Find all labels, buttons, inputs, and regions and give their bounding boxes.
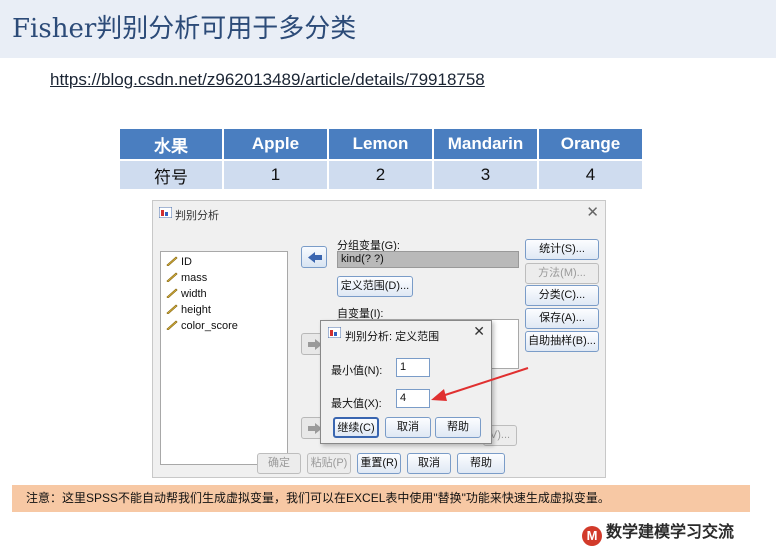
table-header: Apple xyxy=(224,129,327,159)
fruit-code-table: 水果 Apple Lemon Mandarin Orange 符号 1 2 3 … xyxy=(118,127,644,191)
ok-button[interactable]: 确定 xyxy=(257,453,301,474)
variable-list[interactable]: ID mass width height color_score xyxy=(160,251,288,465)
paste-button[interactable]: 粘贴(P) xyxy=(307,453,351,474)
list-item[interactable]: mass xyxy=(166,272,207,284)
help-button[interactable]: 帮助 xyxy=(457,453,505,474)
watermark-logo-icon: M xyxy=(582,526,602,546)
arrow-left-icon xyxy=(308,252,322,263)
group-variable-field[interactable]: kind(? ?) xyxy=(337,251,519,268)
list-item[interactable]: height xyxy=(166,304,211,316)
table-header: Orange xyxy=(539,129,642,159)
min-value-label: 最小值(N): xyxy=(331,365,383,377)
table-header: Lemon xyxy=(329,129,432,159)
spss-app-icon xyxy=(328,327,341,338)
list-item[interactable]: color_score xyxy=(166,320,238,332)
dialog-title: 判别分析: 定义范围 xyxy=(345,331,440,343)
max-value-label: 最大值(X): xyxy=(331,398,382,410)
variable-name: ID xyxy=(181,256,192,268)
close-icon[interactable]: ✕ xyxy=(473,323,485,340)
table-header: 水果 xyxy=(120,129,222,159)
table-cell: 符号 xyxy=(120,161,222,189)
scale-ruler-icon xyxy=(166,304,178,314)
bootstrap-button[interactable]: 自助抽样(B)... xyxy=(525,331,599,352)
table-cell: 3 xyxy=(434,161,537,189)
watermark-text: 数学建模学习交流 xyxy=(606,524,735,541)
variable-name: height xyxy=(181,304,211,316)
close-icon[interactable]: ✕ xyxy=(586,203,599,221)
scale-ruler-icon xyxy=(166,288,178,298)
title-band: Fisher判别分析可用于多分类 xyxy=(0,0,776,58)
table-header: Mandarin xyxy=(434,129,537,159)
table-cell: 2 xyxy=(329,161,432,189)
scale-ruler-icon xyxy=(166,256,178,266)
scale-ruler-icon xyxy=(166,272,178,282)
help-button[interactable]: 帮助 xyxy=(435,417,481,438)
max-value-input[interactable]: 4 xyxy=(396,389,430,408)
list-item[interactable]: ID xyxy=(166,256,192,268)
table-header-row: 水果 Apple Lemon Mandarin Orange xyxy=(120,129,642,159)
list-item[interactable]: width xyxy=(166,288,207,300)
spss-app-icon xyxy=(159,207,172,218)
reset-button[interactable]: 重置(R) xyxy=(357,453,401,474)
save-button[interactable]: 保存(A)... xyxy=(525,308,599,329)
scale-ruler-icon xyxy=(166,320,178,330)
variable-name: mass xyxy=(181,272,208,284)
cancel-button[interactable]: 取消 xyxy=(407,453,451,474)
statistics-button[interactable]: 统计(S)... xyxy=(525,239,599,260)
note-bar: 注意：这里SPSS不能自动帮我们生成虚拟变量，我们可以在EXCEL表中使用"替换… xyxy=(12,485,750,512)
method-button[interactable]: 方法(M)... xyxy=(525,263,599,284)
classify-button[interactable]: 分类(C)... xyxy=(525,285,599,306)
min-value-input[interactable]: 1 xyxy=(396,358,430,377)
variable-name: color_score xyxy=(181,320,238,332)
variable-name: width xyxy=(181,288,207,300)
continue-button[interactable]: 继续(C) xyxy=(333,417,379,438)
move-back-arrow-button[interactable] xyxy=(301,246,327,268)
slide-title: Fisher判别分析可用于多分类 xyxy=(12,14,357,44)
table-cell: 4 xyxy=(539,161,642,189)
define-range-button[interactable]: 定义范围(D)... xyxy=(337,276,413,297)
table-row: 符号 1 2 3 4 xyxy=(120,161,642,189)
annotation-arrow xyxy=(431,367,529,401)
table-cell: 1 xyxy=(224,161,327,189)
blog-url-link[interactable]: https://blog.csdn.net/z962013489/article… xyxy=(50,70,485,90)
dialog-title: 判别分析 xyxy=(175,210,219,222)
watermark: M 数学建模学习交流 xyxy=(582,518,734,546)
cancel-button[interactable]: 取消 xyxy=(385,417,431,438)
